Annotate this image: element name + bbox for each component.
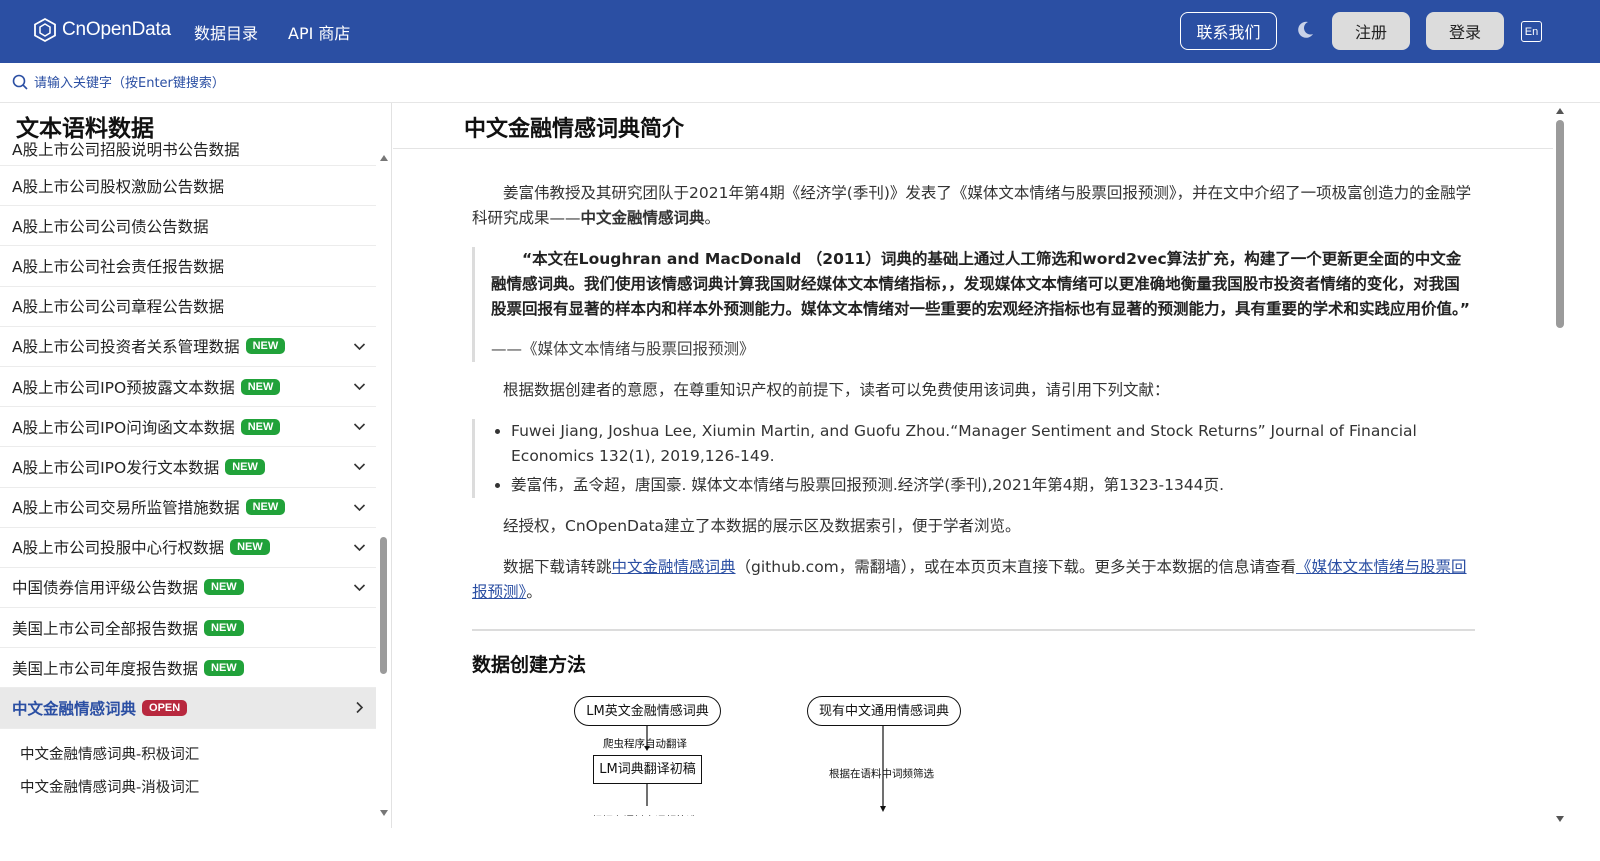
sidebar-item-label: A股上市公司交易所监管措施数据 bbox=[12, 499, 240, 518]
new-badge: NEW bbox=[240, 418, 281, 435]
diagram-label: 根据在语料中词频筛选 bbox=[592, 809, 697, 816]
authorized-paragraph: 经授权，CnOpenData建立了本数据的展示区及数据索引，便于学者浏览。 bbox=[503, 517, 1021, 535]
divider bbox=[472, 629, 1475, 631]
contact-us-button[interactable]: 联系我们 bbox=[1180, 12, 1277, 50]
search-bar bbox=[0, 63, 1600, 103]
sidebar-item[interactable]: 美国上市公司年度报告数据 NEW bbox=[0, 648, 376, 689]
sidebar-item[interactable]: A股上市公司投服中心行权数据 NEW bbox=[0, 528, 376, 568]
sidebar-scrollbar-thumb[interactable] bbox=[380, 537, 387, 674]
sidebar-item[interactable]: A股上市公司IPO问询函文本数据 NEW bbox=[0, 407, 376, 448]
chevron-down-icon[interactable] bbox=[353, 420, 366, 433]
main-header: 中文金融情感词典简介 bbox=[393, 103, 1553, 149]
nav-data-catalog[interactable]: 数据目录 bbox=[194, 20, 258, 44]
page-title: 中文金融情感词典简介 bbox=[464, 117, 685, 142]
chevron-down-icon[interactable] bbox=[353, 380, 366, 393]
chevron-down-icon[interactable] bbox=[353, 340, 366, 353]
diagram-node: 现有中文通用情感词典 bbox=[807, 696, 961, 726]
main-scrollbar-thumb[interactable] bbox=[1556, 120, 1564, 328]
sidebar: 文本语料数据 A股上市公司招股说明书公告数据 A股上市公司股权激励公告数据 A股上… bbox=[0, 103, 392, 828]
sidebar-subitem[interactable]: 中文金融情感词典-积极词汇 bbox=[0, 737, 376, 770]
scroll-down-arrow-icon[interactable] bbox=[1555, 815, 1565, 823]
sidebar-item-label: A股上市公司社会责任报告数据 bbox=[12, 257, 225, 276]
open-badge: OPEN bbox=[142, 700, 188, 717]
search-input[interactable] bbox=[34, 71, 634, 95]
new-badge: NEW bbox=[204, 659, 244, 676]
scroll-down-arrow-icon[interactable] bbox=[379, 808, 389, 818]
sidebar-item-label: A股上市公司IPO发行文本数据 bbox=[12, 458, 220, 477]
chevron-down-icon[interactable] bbox=[353, 501, 366, 514]
sidebar-item[interactable]: A股上市公司招股说明书公告数据 bbox=[0, 133, 376, 166]
login-button[interactable]: 登录 bbox=[1426, 12, 1504, 50]
sidebar-list: A股上市公司招股说明书公告数据 A股上市公司股权激励公告数据 A股上市公司公司债公… bbox=[0, 141, 376, 803]
sidebar-item[interactable]: A股上市公司IPO发行文本数据 NEW bbox=[0, 447, 376, 488]
sidebar-item-label: A股上市公司IPO预披露文本数据 bbox=[12, 378, 235, 397]
quote-text: “本文在Loughran and MacDonald （2011）词典的基础上通… bbox=[491, 250, 1470, 318]
sidebar-item[interactable]: A股上市公司社会责任报告数据 bbox=[0, 246, 376, 287]
citation-intro: 根据数据创建者的意愿，在尊重知识产权的前提下，读者可以免费使用该词典，请引用下列… bbox=[503, 381, 1170, 399]
hexagon-logo-icon bbox=[34, 17, 56, 43]
new-badge: NEW bbox=[225, 458, 265, 475]
new-badge: NEW bbox=[240, 378, 281, 395]
diagram-node: LM词典翻译初稿 bbox=[593, 755, 702, 784]
sidebar-item[interactable]: A股上市公司IPO预披露文本数据 NEW bbox=[0, 367, 376, 408]
sidebar-item-label: A股上市公司招股说明书公告数据 bbox=[12, 141, 240, 159]
sidebar-item[interactable]: A股上市公司股权激励公告数据 bbox=[0, 166, 376, 207]
nav-api-store[interactable]: API 商店 bbox=[288, 20, 350, 44]
quote-source: ——《媒体文本情绪与股票回报预测》 bbox=[491, 340, 755, 358]
sidebar-item[interactable]: A股上市公司公司章程公告数据 bbox=[0, 287, 376, 327]
reference-item: 姜富伟，孟令超，唐国豪. 媒体文本情绪与股票回报预测.经济学(季刊),2021年… bbox=[511, 473, 1475, 498]
sidebar-item[interactable]: 中国债券信用评级公告数据 NEW bbox=[0, 568, 376, 609]
reference-list: Fuwei Jiang, Joshua Lee, Xiumin Martin, … bbox=[472, 419, 1475, 498]
chevron-right-icon[interactable] bbox=[353, 701, 366, 714]
language-switch-icon[interactable]: En bbox=[1521, 21, 1542, 42]
sidebar-item-label: A股上市公司股权激励公告数据 bbox=[12, 177, 225, 196]
logo[interactable]: CnOpenData bbox=[32, 17, 171, 43]
sidebar-item-label: A股上市公司投资者关系管理数据 bbox=[12, 338, 240, 357]
diagram-label: 爬虫程序自动翻译 bbox=[603, 738, 687, 750]
top-navigation-bar: CnOpenData 数据目录 API 商店 联系我们 注册 登录 En bbox=[0, 0, 1600, 63]
sidebar-item[interactable]: A股上市公司投资者关系管理数据 NEW bbox=[0, 327, 376, 367]
new-badge: NEW bbox=[204, 579, 244, 596]
sidebar-item[interactable]: A股上市公司公司债公告数据 bbox=[0, 206, 376, 247]
dictionary-github-link[interactable]: 中文金融情感词典 bbox=[612, 558, 736, 576]
new-badge: NEW bbox=[230, 539, 270, 556]
reference-item: Fuwei Jiang, Joshua Lee, Xiumin Martin, … bbox=[511, 419, 1475, 469]
section-title: 数据创建方法 bbox=[472, 654, 587, 676]
scroll-up-arrow-icon[interactable] bbox=[1555, 107, 1565, 115]
search-icon bbox=[12, 74, 28, 90]
chevron-down-icon[interactable] bbox=[353, 460, 366, 473]
new-badge: NEW bbox=[245, 499, 286, 516]
chevron-down-icon[interactable] bbox=[353, 581, 366, 594]
diagram-label: 根据在语料中词频筛选 bbox=[829, 768, 934, 780]
new-badge: NEW bbox=[204, 619, 244, 636]
register-button[interactable]: 注册 bbox=[1332, 12, 1410, 50]
sidebar-item-label: 美国上市公司年度报告数据 bbox=[12, 659, 199, 678]
moon-icon[interactable] bbox=[1294, 19, 1316, 41]
intro-paragraph: 姜富伟教授及其研究团队于2021年第4期《经济学(季刊)》发表了《媒体文本情绪与… bbox=[472, 184, 1472, 227]
logo-text: CnOpenData bbox=[62, 19, 171, 40]
quote-block: “本文在Loughran and MacDonald （2011）词典的基础上通… bbox=[472, 247, 1475, 362]
chevron-down-icon[interactable] bbox=[353, 541, 366, 554]
sidebar-item[interactable]: A股上市公司交易所监管措施数据 NEW bbox=[0, 488, 376, 528]
download-paragraph: 数据下载请转跳中文金融情感词典（github.com，需翻墙），或在本页页末直接… bbox=[472, 558, 1467, 601]
sidebar-item-label: A股上市公司公司章程公告数据 bbox=[12, 298, 225, 317]
diagram-node: LM英文金融情感词典 bbox=[574, 696, 721, 726]
sidebar-item[interactable]: 美国上市公司全部报告数据 NEW bbox=[0, 608, 376, 649]
sidebar-item-active[interactable]: 中文金融情感词典 OPEN bbox=[0, 688, 376, 729]
sidebar-item-label: 中国债券信用评级公告数据 bbox=[12, 579, 199, 598]
sidebar-item-label: A股上市公司IPO问询函文本数据 bbox=[12, 418, 235, 437]
sidebar-item-label: 中文金融情感词典 bbox=[12, 700, 137, 719]
method-flow-diagram: LM英文金融情感词典 现有中文通用情感词典 爬虫程序自动翻译 LM词典翻译初稿 … bbox=[572, 696, 992, 816]
sidebar-item-label: A股上市公司公司债公告数据 bbox=[12, 217, 209, 236]
sidebar-subitem[interactable]: 中文金融情感词典-消极词汇 bbox=[0, 770, 376, 803]
sidebar-item-label: 美国上市公司全部报告数据 bbox=[12, 619, 199, 638]
main-content: 中文金融情感词典简介 姜富伟教授及其研究团队于2021年第4期《经济学(季刊)》… bbox=[393, 103, 1600, 828]
new-badge: NEW bbox=[245, 338, 286, 355]
scroll-up-arrow-icon[interactable] bbox=[379, 153, 389, 163]
article: 姜富伟教授及其研究团队于2021年第4期《经济学(季刊)》发表了《媒体文本情绪与… bbox=[472, 181, 1475, 816]
sidebar-item-label: A股上市公司投服中心行权数据 bbox=[12, 539, 225, 558]
